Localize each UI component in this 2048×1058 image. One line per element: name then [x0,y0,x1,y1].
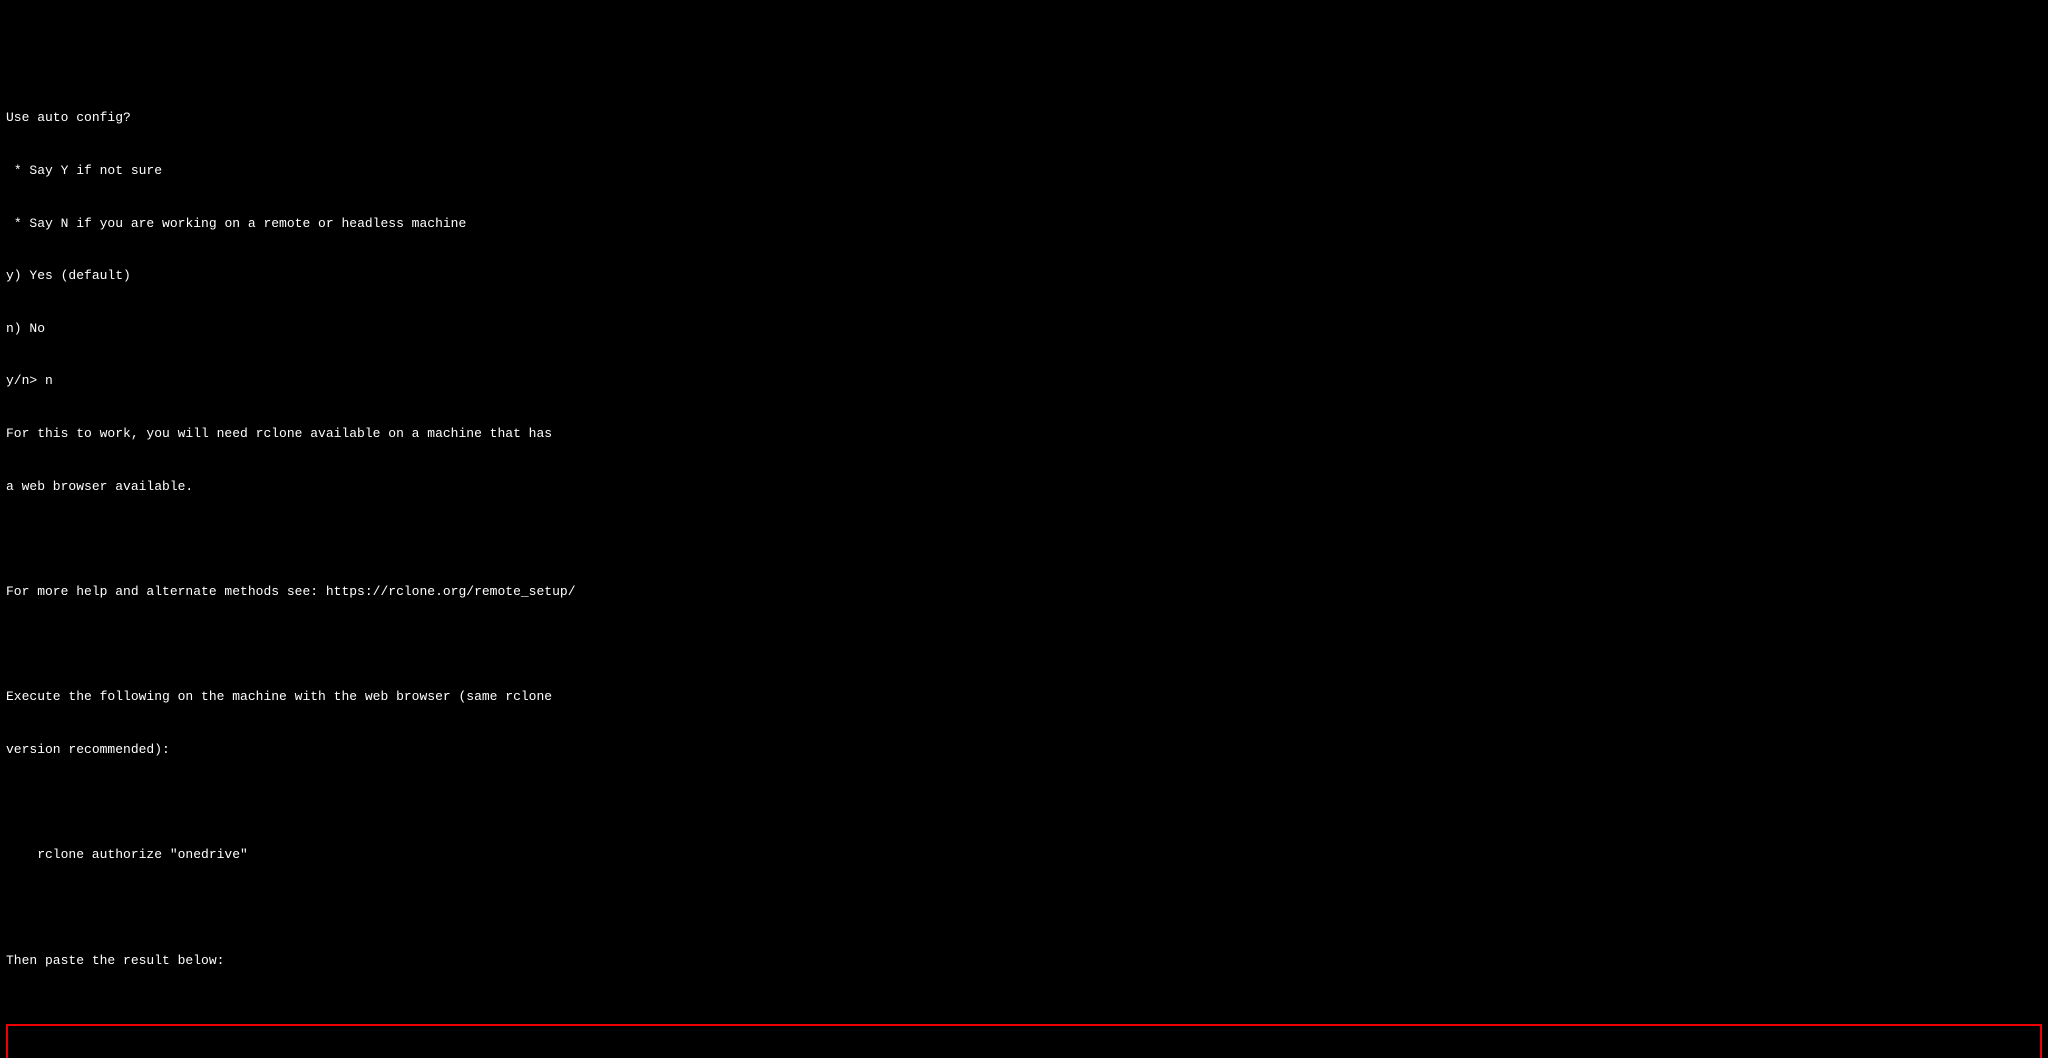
hint-y: * Say Y if not sure [6,162,2042,180]
info-line-1: For this to work, you will need rclone a… [6,425,2042,443]
result-token-box: result> {"access_token":"eyJ0eXAiOiJKV1Q… [6,1024,2042,1058]
authorize-command: rclone authorize "onedrive" [6,846,2042,864]
blank-line [6,794,2042,812]
blank-line [6,899,2042,917]
option-yes: y) Yes (default) [6,267,2042,285]
choice-answer: y/n> n [6,372,2042,390]
exec-line-1: Execute the following on the machine wit… [6,688,2042,706]
info-line-2: a web browser available. [6,478,2042,496]
exec-line-2: version recommended): [6,741,2042,759]
help-link-line: For more help and alternate methods see:… [6,583,2042,601]
blank-line [6,530,2042,548]
config-prompt-line: Use auto config? [6,109,2042,127]
paste-result-prompt: Then paste the result below: [6,952,2042,970]
hint-n: * Say N if you are working on a remote o… [6,215,2042,233]
terminal-output: Use auto config? * Say Y if not sure * S… [6,74,2042,986]
blank-line [6,636,2042,654]
option-no: n) No [6,320,2042,338]
